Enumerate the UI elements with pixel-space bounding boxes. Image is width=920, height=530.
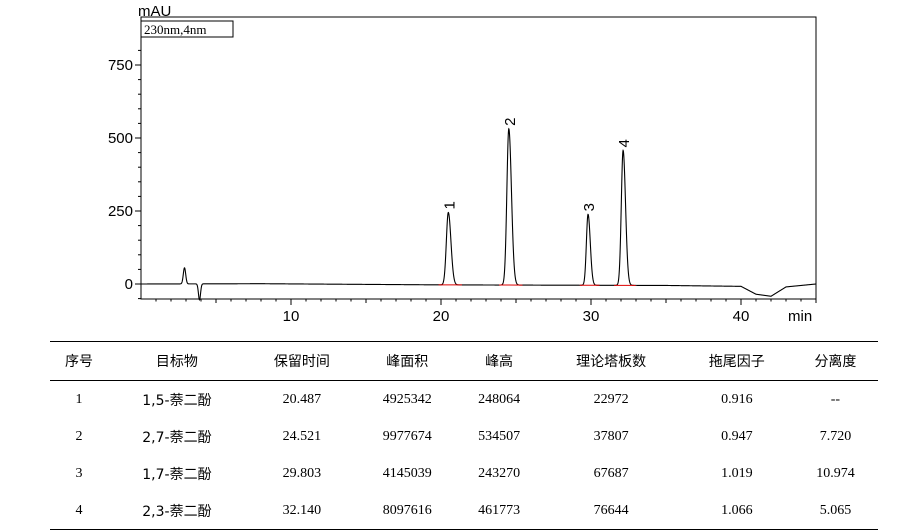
cell-theoretical-plates: 67687: [542, 455, 681, 492]
y-axis: 0 250 500 750: [108, 50, 141, 298]
header-peak-area: 峰面积: [358, 342, 457, 381]
cell-peak-area: 4925342: [358, 381, 457, 419]
cell-compound: 2,3-萘二酚: [108, 492, 246, 530]
y-tick-label: 0: [125, 276, 133, 293]
peak-label: 3: [581, 203, 598, 211]
cell-tailing-factor: 1.066: [681, 492, 793, 530]
x-unit-label: min: [788, 308, 812, 325]
y-tick-label: 750: [108, 57, 133, 74]
series-group: [141, 129, 816, 300]
wavelength-label: 230nm,4nm: [144, 22, 206, 37]
cell-resolution: --: [793, 381, 878, 419]
results-table: 序号 目标物 保留时间 峰面积 峰高 理论塔板数 拖尾因子 分离度 1 1,5-…: [50, 341, 878, 530]
header-theoretical-plates: 理论塔板数: [542, 342, 681, 381]
cell-index: 4: [50, 492, 108, 530]
header-compound: 目标物: [108, 342, 246, 381]
table-row: 3 1,7-萘二酚 29.803 4145039 243270 67687 1.…: [50, 455, 878, 492]
chromatogram-chart: 230nm,4nm mAU min 0 250 500 750 10 20 30 40 1 2…: [0, 0, 920, 335]
cell-peak-height: 534507: [457, 418, 542, 455]
y-unit-label: mAU: [138, 3, 171, 20]
cell-peak-area: 8097616: [358, 492, 457, 530]
table-row: 1 1,5-萘二酚 20.487 4925342 248064 22972 0.…: [50, 381, 878, 419]
cell-peak-area: 4145039: [358, 455, 457, 492]
cell-tailing-factor: 1.019: [681, 455, 793, 492]
peak-label: 2: [502, 117, 519, 125]
header-resolution: 分离度: [793, 342, 878, 381]
plot-frame: [141, 17, 816, 299]
peak-labels: 1 2 3 4: [441, 117, 633, 211]
cell-peak-height: 248064: [457, 381, 542, 419]
y-tick-label: 500: [108, 130, 133, 147]
cell-resolution: 7.720: [793, 418, 878, 455]
cell-retention-time: 32.140: [246, 492, 358, 530]
cell-resolution: 5.065: [793, 492, 878, 530]
y-tick-label: 250: [108, 203, 133, 220]
signal-trace: [141, 129, 816, 300]
cell-retention-time: 20.487: [246, 381, 358, 419]
peak-label: 4: [616, 139, 633, 147]
x-tick-label: 40: [733, 308, 750, 325]
header-peak-height: 峰高: [457, 342, 542, 381]
cell-compound: 1,5-萘二酚: [108, 381, 246, 419]
cell-index: 3: [50, 455, 108, 492]
cell-index: 2: [50, 418, 108, 455]
x-tick-label: 30: [583, 308, 600, 325]
cell-theoretical-plates: 22972: [542, 381, 681, 419]
x-axis: 10 20 30 40: [156, 299, 816, 325]
cell-compound: 1,7-萘二酚: [108, 455, 246, 492]
cell-compound: 2,7-萘二酚: [108, 418, 246, 455]
cell-retention-time: 29.803: [246, 455, 358, 492]
table-row: 2 2,7-萘二酚 24.521 9977674 534507 37807 0.…: [50, 418, 878, 455]
cell-tailing-factor: 0.916: [681, 381, 793, 419]
cell-resolution: 10.974: [793, 455, 878, 492]
cell-index: 1: [50, 381, 108, 419]
table-row: 4 2,3-萘二酚 32.140 8097616 461773 76644 1.…: [50, 492, 878, 530]
header-retention-time: 保留时间: [246, 342, 358, 381]
cell-retention-time: 24.521: [246, 418, 358, 455]
peak-label: 1: [441, 201, 458, 209]
x-tick-label: 10: [283, 308, 300, 325]
header-index: 序号: [50, 342, 108, 381]
header-tailing-factor: 拖尾因子: [681, 342, 793, 381]
wavelength-box: 230nm,4nm: [141, 21, 233, 37]
cell-theoretical-plates: 76644: [542, 492, 681, 530]
cell-peak-height: 243270: [457, 455, 542, 492]
cell-tailing-factor: 0.947: [681, 418, 793, 455]
table-header-row: 序号 目标物 保留时间 峰面积 峰高 理论塔板数 拖尾因子 分离度: [50, 342, 878, 381]
cell-theoretical-plates: 37807: [542, 418, 681, 455]
cell-peak-height: 461773: [457, 492, 542, 530]
cell-peak-area: 9977674: [358, 418, 457, 455]
x-tick-label: 20: [433, 308, 450, 325]
